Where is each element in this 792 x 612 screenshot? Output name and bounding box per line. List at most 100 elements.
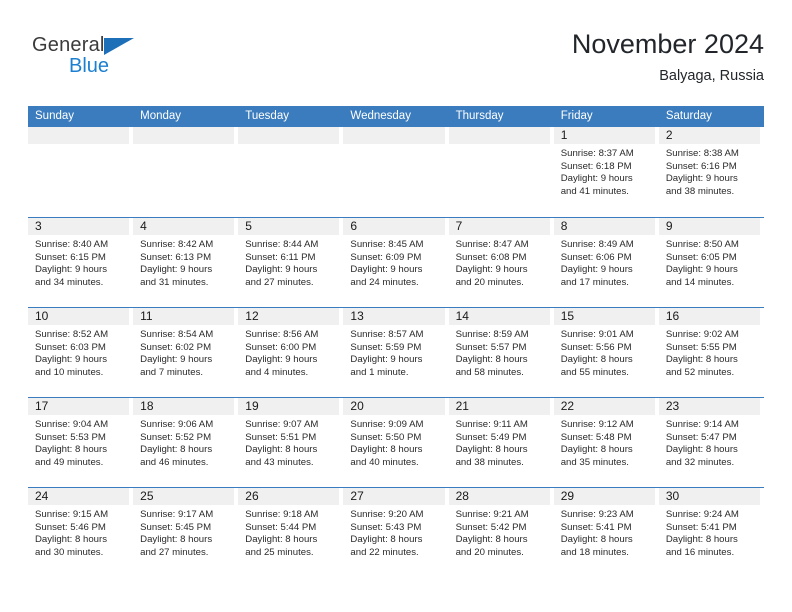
day-sun-info: Sunrise: 8:52 AM Sunset: 6:03 PM Daylight:… [28,325,129,379]
general-blue-logo[interactable]: General Blue [32,34,152,86]
calendar-day-inner: 11 Sunrise: 8:54 AM Sunset: 6:02 PM Dayligh… [133,308,235,397]
calendar-day-inner: 21 Sunrise: 9:11 AM Sunset: 5:49 PM Dayligh… [448,398,550,487]
sunset-text: Sunset: 5:44 PM [245,521,317,533]
calendar-day-cell[interactable]: 25 Sunrise: 9:17 AM Sunset: 5:45 PM Dayligh… [133,488,238,577]
calendar-day-cell[interactable]: 10 Sunrise: 8:52 AM Sunset: 6:03 PM Dayligh… [28,308,133,397]
calendar-day-cell[interactable]: 27 Sunrise: 9:20 AM Sunset: 5:43 PM Dayligh… [343,488,448,577]
day-number: 5 [238,218,340,235]
calendar-day-cell[interactable]: 30 Sunrise: 9:24 AM Sunset: 5:41 PM Dayligh… [658,488,764,577]
calendar-day-cell[interactable]: 18 Sunrise: 9:06 AM Sunset: 5:52 PM Dayligh… [133,398,238,487]
sunset-text: Sunset: 6:11 PM [245,251,316,263]
daylight-text-line2: and 40 minutes. [350,456,419,468]
calendar-day-cell[interactable]: 12 Sunrise: 8:56 AM Sunset: 6:00 PM Dayligh… [238,308,343,397]
logo-text-blue: Blue [69,55,110,77]
sunset-text: Sunset: 5:59 PM [350,341,422,353]
calendar-day-cell[interactable]: 5 Sunrise: 8:44 AM Sunset: 6:11 PM Daylight… [238,218,343,307]
calendar-day-cell-empty [28,127,133,217]
daylight-text-line2: and 20 minutes. [455,276,524,288]
daylight-text-line1: Daylight: 8 hours [455,444,528,456]
day-number: 15 [553,308,655,325]
calendar-day-cell[interactable]: 17 Sunrise: 9:04 AM Sunset: 5:53 PM Dayligh… [28,398,133,487]
daylight-text-line1: Daylight: 9 hours [245,354,318,366]
calendar-day-cell[interactable]: 14 Sunrise: 8:59 AM Sunset: 5:57 PM Dayligh… [448,308,554,397]
calendar-day-cell[interactable]: 28 Sunrise: 9:21 AM Sunset: 5:42 PM Dayligh… [448,488,554,577]
calendar-day-cell[interactable]: 4 Sunrise: 8:42 AM Sunset: 6:13 PM Daylight… [133,218,238,307]
daylight-text-line2: and 27 minutes. [140,546,209,558]
calendar-day-cell[interactable]: 24 Sunrise: 9:15 AM Sunset: 5:46 PM Dayligh… [28,488,133,577]
calendar-day-cell[interactable]: 29 Sunrise: 9:23 AM Sunset: 5:41 PM Dayligh… [553,488,659,577]
calendar-day-inner: 26 Sunrise: 9:18 AM Sunset: 5:44 PM Dayligh… [238,488,340,577]
sunrise-text: Sunrise: 8:38 AM [665,148,739,159]
calendar-day-cell[interactable]: 22 Sunrise: 9:12 AM Sunset: 5:48 PM Dayligh… [553,398,659,487]
weekday-header-monday: Monday [140,110,182,122]
sunset-text: Sunset: 6:03 PM [35,341,106,353]
day-sun-info: Sunrise: 8:49 AM Sunset: 6:06 PM Daylight:… [554,235,655,289]
day-sun-info [238,144,339,148]
calendar-day-cell[interactable]: 3 Sunrise: 8:40 AM Sunset: 6:15 PM Daylight… [28,218,133,307]
day-sun-info: Sunrise: 9:23 AM Sunset: 5:41 PM Daylight:… [554,505,655,559]
sunset-text: Sunset: 6:08 PM [455,251,527,263]
calendar-day-cell[interactable]: 9 Sunrise: 8:50 AM Sunset: 6:05 PM Daylight… [658,218,764,307]
daylight-text-line1: Daylight: 8 hours [455,534,528,546]
daylight-text-line1: Daylight: 8 hours [35,534,107,546]
day-number: 8 [553,218,655,235]
day-sun-info: Sunrise: 9:14 AM Sunset: 5:47 PM Daylight:… [659,415,760,469]
calendar-day-cell[interactable]: 19 Sunrise: 9:07 AM Sunset: 5:51 PM Dayligh… [238,398,343,487]
sunrise-text: Sunrise: 8:47 AM [455,239,529,250]
calendar-day-cell[interactable]: 6 Sunrise: 8:45 AM Sunset: 6:09 PM Daylight… [343,218,448,307]
sunset-text: Sunset: 5:42 PM [455,521,527,533]
day-sun-info [449,144,550,148]
calendar-day-cell[interactable]: 2 Sunrise: 8:38 AM Sunset: 6:16 PM Daylight… [658,127,764,217]
day-number: 11 [133,308,235,325]
calendar-day-cell[interactable]: 23 Sunrise: 9:14 AM Sunset: 5:47 PM Dayligh… [658,398,764,487]
day-sun-info: Sunrise: 9:17 AM Sunset: 5:45 PM Daylight:… [133,505,234,559]
sunset-text: Sunset: 6:02 PM [140,341,212,353]
daylight-text-line1: Daylight: 8 hours [350,534,423,546]
sunset-text: Sunset: 5:46 PM [35,521,106,533]
daylight-text-line2: and 31 minutes. [140,276,209,288]
daylight-text-line1: Daylight: 8 hours [350,444,423,456]
sunset-text: Sunset: 5:51 PM [245,431,317,443]
day-number: 18 [133,398,235,415]
day-sun-info: Sunrise: 8:38 AM Sunset: 6:16 PM Daylight:… [659,144,760,198]
sunrise-text: Sunrise: 9:23 AM [560,509,634,520]
calendar-day-cell[interactable]: 8 Sunrise: 8:49 AM Sunset: 6:06 PM Daylight… [553,218,659,307]
daylight-text-line2: and 14 minutes. [665,276,735,288]
daylight-text-line2: and 46 minutes. [140,456,209,468]
calendar-day-cell[interactable]: 15 Sunrise: 9:01 AM Sunset: 5:56 PM Dayligh… [553,308,659,397]
logo-triangle-icon [104,38,134,55]
calendar-day-inner: 17 Sunrise: 9:04 AM Sunset: 5:53 PM Dayligh… [28,398,130,487]
calendar-day-cell[interactable]: 11 Sunrise: 8:54 AM Sunset: 6:02 PM Dayligh… [133,308,238,397]
day-sun-info: Sunrise: 8:50 AM Sunset: 6:05 PM Daylight:… [659,235,760,289]
sunset-text: Sunset: 5:48 PM [560,431,632,443]
daylight-text-line1: Daylight: 9 hours [140,354,213,366]
daylight-text-line2: and 30 minutes. [35,546,104,558]
day-sun-info [28,144,129,148]
day-sun-info: Sunrise: 8:37 AM Sunset: 6:18 PM Daylight:… [554,144,655,198]
daylight-text-line2: and 38 minutes. [455,456,524,468]
day-number: 21 [448,398,550,415]
calendar-day-cell[interactable]: 20 Sunrise: 9:09 AM Sunset: 5:50 PM Dayligh… [343,398,448,487]
daylight-text-line1: Daylight: 8 hours [245,534,318,546]
sunrise-text: Sunrise: 8:37 AM [560,148,634,159]
weekday-header-sunday: Sunday [35,110,75,122]
calendar-day-cell[interactable]: 26 Sunrise: 9:18 AM Sunset: 5:44 PM Dayligh… [238,488,343,577]
day-number: 10 [28,308,130,325]
sunrise-text: Sunrise: 8:40 AM [35,239,109,250]
day-sun-info: Sunrise: 9:11 AM Sunset: 5:49 PM Daylight:… [449,415,550,469]
sunrise-text: Sunrise: 9:24 AM [665,509,739,520]
sunrise-text: Sunrise: 8:42 AM [140,239,214,250]
sunset-text: Sunset: 5:43 PM [350,521,422,533]
day-sun-info: Sunrise: 9:02 AM Sunset: 5:55 PM Daylight:… [659,325,760,379]
daylight-text-line1: Daylight: 9 hours [560,173,633,185]
calendar-day-cell[interactable]: 1 Sunrise: 8:37 AM Sunset: 6:18 PM Daylight… [553,127,659,217]
calendar-day-cell[interactable]: 16 Sunrise: 9:02 AM Sunset: 5:55 PM Dayligh… [658,308,764,397]
calendar-day-inner: 8 Sunrise: 8:49 AM Sunset: 6:06 PM Daylight… [553,218,655,307]
calendar-day-cell[interactable]: 7 Sunrise: 8:47 AM Sunset: 6:08 PM Daylight… [448,218,554,307]
weekday-header-thursday: Thursday [455,110,504,122]
calendar-day-cell[interactable]: 13 Sunrise: 8:57 AM Sunset: 5:59 PM Dayligh… [343,308,448,397]
calendar-day-inner: 2 Sunrise: 8:38 AM Sunset: 6:16 PM Daylight… [658,127,760,217]
day-number [133,127,235,144]
day-number: 22 [553,398,655,415]
calendar-day-cell[interactable]: 21 Sunrise: 9:11 AM Sunset: 5:49 PM Dayligh… [448,398,554,487]
